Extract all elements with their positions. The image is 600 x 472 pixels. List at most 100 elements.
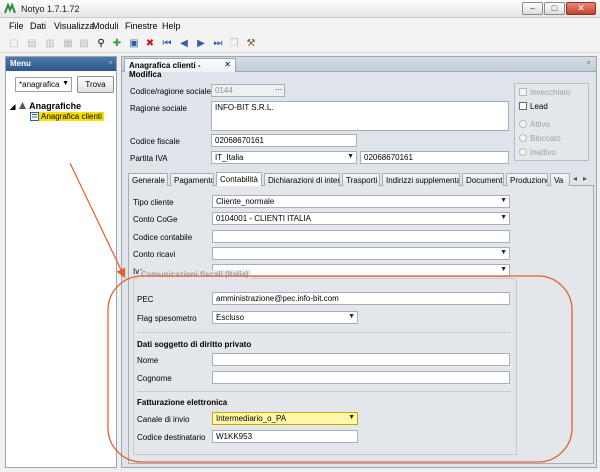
form-icon: [30, 112, 39, 121]
collapse-icon[interactable]: ◢: [10, 104, 15, 111]
conto-ricavi-select[interactable]: ▼: [212, 247, 510, 260]
codice-contabile-label: Codice contabile: [133, 233, 193, 242]
chevron-down-icon[interactable]: ▼: [500, 266, 507, 273]
close-window-button[interactable]: ✕: [566, 2, 596, 15]
inattivo-radio[interactable]: Inattivo: [519, 148, 556, 157]
ellipsis-icon[interactable]: ⋯: [275, 86, 282, 94]
tab-generale[interactable]: Generale: [128, 173, 168, 186]
chevron-down-icon[interactable]: ▼: [348, 313, 355, 320]
last-record-icon[interactable]: ⏭: [212, 38, 224, 50]
print-icon[interactable]: ▤: [26, 38, 38, 50]
spesometro-label: Flag spesometro: [137, 314, 197, 323]
copy-icon[interactable]: ❐: [228, 38, 240, 50]
document-tab-bar: Anagrafica clienti - Modifica ✕ ▫: [122, 57, 596, 79]
document-pin-icon[interactable]: ▫: [587, 58, 590, 67]
trova-button[interactable]: Trova: [77, 76, 114, 93]
menu-finestre[interactable]: Finestre: [125, 21, 158, 31]
codice-fiscale-field[interactable]: 02068670161: [211, 134, 357, 147]
nome-field[interactable]: [212, 353, 510, 366]
tab-scroll-left-icon[interactable]: ◂: [573, 174, 577, 183]
contabilita-panel: Tipo cliente Cliente_normale ▼ Conto CoGe…: [128, 186, 594, 464]
pin-icon[interactable]: ▫: [109, 58, 112, 67]
tab-scroll-right-icon[interactable]: ▸: [583, 174, 587, 183]
tab-pagamento[interactable]: Pagamento: [170, 173, 214, 186]
tipo-cliente-label: Tipo cliente: [133, 198, 174, 207]
menu-visualizza[interactable]: Visualizza: [54, 21, 94, 31]
chevron-down-icon[interactable]: ▼: [348, 414, 355, 421]
save-icon[interactable]: ▣: [128, 38, 140, 50]
menu-moduli[interactable]: Moduli: [92, 21, 119, 31]
conto-coge-label: Conto CoGe: [133, 215, 178, 224]
spesometro-select[interactable]: Escluso ▼: [212, 311, 358, 324]
codice-destinatario-field[interactable]: W1KK953: [212, 430, 358, 443]
canale-invio-select[interactable]: Intermediario_o_PA ▼: [212, 412, 358, 425]
menu-panel-title: Menu: [10, 59, 31, 68]
menu-search-input[interactable]: *anagrafica ▼: [15, 77, 72, 92]
codice-destinatario-label: Codice destinatario: [137, 433, 206, 442]
ragione-sociale-field[interactable]: INFO-BIT S.R.L.: [211, 101, 509, 131]
delete-icon[interactable]: ✖: [144, 38, 156, 50]
tab-documenti[interactable]: Documenti: [462, 173, 504, 186]
document-tab-anagrafica-clienti[interactable]: Anagrafica clienti - Modifica ✕: [124, 58, 236, 79]
tree-node-anagrafica-clienti[interactable]: Anagrafica clienti: [30, 112, 104, 122]
menu-bar: File Dati Visualizza Moduli Finestre Hel…: [0, 18, 600, 35]
status-flags-box: Invecchiato Lead Attivo Bloccato Inattiv…: [514, 83, 589, 161]
partita-iva-label: Partita IVA: [130, 154, 168, 163]
conto-coge-select[interactable]: 0104001 - CLIENTI ITALIA ▼: [212, 212, 510, 225]
invecchiato-checkbox[interactable]: Invecchiato: [519, 88, 570, 97]
canale-invio-label: Canale di invio: [137, 415, 190, 424]
lead-checkbox[interactable]: Lead: [519, 102, 548, 111]
menu-help[interactable]: Help: [162, 21, 181, 31]
close-tab-icon[interactable]: ✕: [224, 60, 231, 69]
tab-indirizzi[interactable]: Indirizzi supplementari: [382, 173, 460, 186]
tab-va[interactable]: Va: [550, 173, 570, 186]
ragione-sociale-label: Ragione sociale: [130, 104, 187, 113]
minimize-button[interactable]: –: [522, 2, 543, 15]
app-logo-icon: [4, 3, 16, 14]
window-title: Notyo 1.7.1.72: [21, 4, 80, 14]
tools-icon[interactable]: ⚒: [245, 38, 257, 50]
binoculars-icon[interactable]: ⚲: [95, 38, 107, 50]
codice-label: Codice/ragione sociale: [130, 87, 211, 96]
menu-file[interactable]: File: [9, 21, 24, 31]
preview-icon[interactable]: ▥: [44, 38, 56, 50]
tree-node-anagrafiche[interactable]: ◢ Anagrafiche: [10, 101, 81, 111]
codice-field[interactable]: 0144 ⋯: [211, 84, 285, 97]
bloccato-radio[interactable]: Bloccato: [519, 134, 561, 143]
tab-dichiarazioni[interactable]: Dichiarazioni di intento: [264, 173, 340, 186]
previous-record-icon[interactable]: ◀: [178, 38, 190, 50]
partita-iva-country-select[interactable]: IT_Italia ▼: [211, 151, 357, 164]
chevron-down-icon[interactable]: ▼: [500, 214, 507, 221]
new-icon[interactable]: ▢: [8, 38, 20, 50]
chevron-down-icon[interactable]: ▼: [500, 249, 507, 256]
chevron-down-icon[interactable]: ▼: [62, 80, 69, 87]
tab-trasporti[interactable]: Trasporti: [342, 173, 380, 186]
codice-fiscale-label: Codice fiscale: [130, 137, 180, 146]
document-area: Anagrafica clienti - Modifica ✕ ▫ Codice…: [121, 56, 597, 468]
nome-label: Nome: [137, 356, 159, 365]
grid-icon[interactable]: ▦: [62, 38, 74, 50]
chevron-down-icon[interactable]: ▼: [500, 197, 507, 204]
comunicazioni-fiscali-title: Comunicazioni fiscali (Italia): [139, 270, 251, 279]
partita-iva-field[interactable]: 02068670161: [360, 151, 509, 164]
pec-label: PEC: [137, 295, 154, 304]
tab-strip: Generale Pagamento Contabilità Dichiaraz…: [128, 172, 594, 187]
iva-select[interactable]: ▼: [212, 264, 510, 277]
add-icon[interactable]: ✚: [111, 38, 123, 50]
chevron-down-icon[interactable]: ▼: [347, 153, 354, 160]
conto-ricavi-label: Conto ricavi: [133, 250, 176, 259]
menu-dati[interactable]: Dati: [30, 21, 46, 31]
codice-contabile-field[interactable]: [212, 230, 510, 243]
menu-panel: Menu ▫ *anagrafica ▼ Trova ◢ Anagrafiche…: [5, 56, 117, 468]
tipo-cliente-select[interactable]: Cliente_normale ▼: [212, 195, 510, 208]
attivo-radio[interactable]: Attivo: [519, 120, 550, 129]
next-record-icon[interactable]: ▶: [195, 38, 207, 50]
cognome-field[interactable]: [212, 371, 510, 384]
tab-produzione[interactable]: Produzione: [506, 173, 548, 186]
first-record-icon[interactable]: ⏮: [161, 38, 173, 50]
maximize-button[interactable]: □: [544, 2, 565, 15]
toolbar: ▢ ▤ ▥ ▦ ▧ ⚲ ✚ ▣ ✖ ⏮ ◀ ▶ ⏭ ❐ ⚒: [0, 35, 600, 53]
list-icon[interactable]: ▧: [78, 38, 90, 50]
pec-field[interactable]: amministrazione@pec.info-bit.com: [212, 292, 510, 305]
tab-contabilita[interactable]: Contabilità: [216, 172, 262, 187]
